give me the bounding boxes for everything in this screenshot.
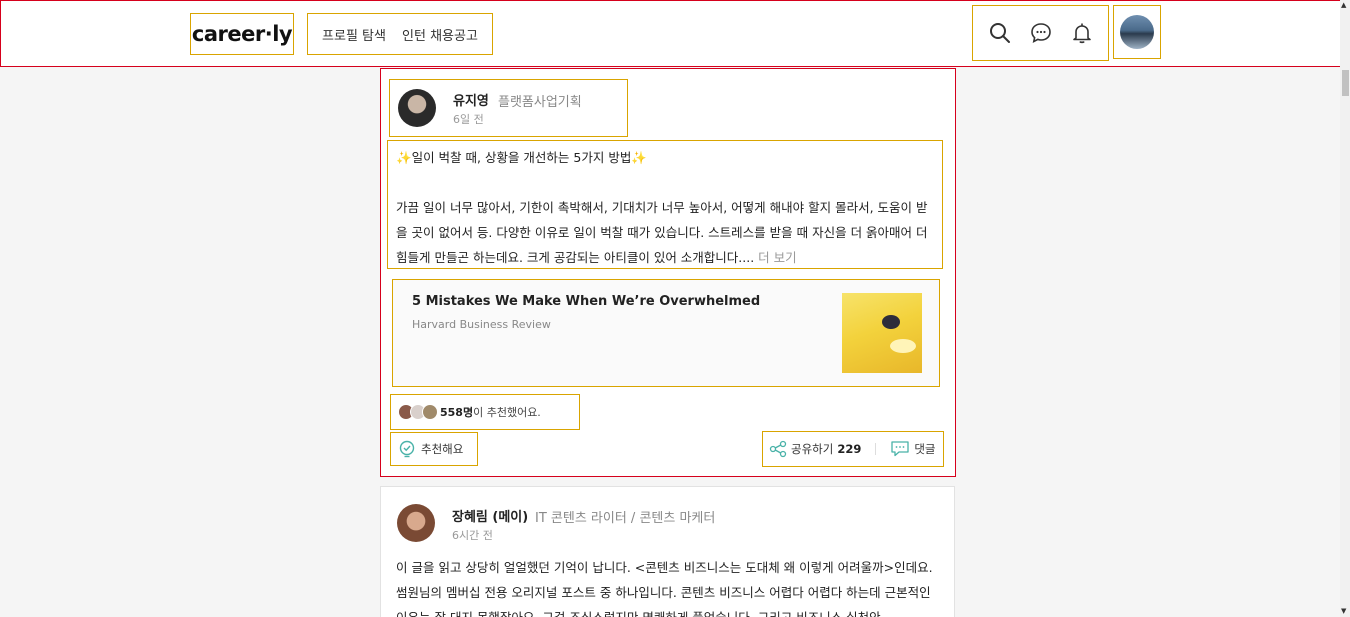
feed-post: 장혜림 (메이) IT 콘텐츠 라이터 / 콘텐츠 마케터 6시간 전 이 글을…: [380, 486, 955, 617]
avatar[interactable]: [397, 504, 435, 542]
nav-intern-jobs[interactable]: 인턴 채용공고: [402, 25, 478, 44]
recommend-text: 이 추천했어요.: [473, 406, 541, 419]
profile-menu-button[interactable]: [1113, 5, 1161, 59]
post-author[interactable]: 유지영 플랫폼사업기획 6일 전: [389, 79, 628, 137]
recommend-label: 추천해요: [421, 442, 464, 456]
link-thumbnail: [842, 293, 922, 373]
recommender-avatars: [398, 404, 438, 420]
author-name[interactable]: 장혜림 (메이): [452, 506, 528, 525]
thumbnail-light: [890, 339, 916, 353]
read-more-link[interactable]: 더 보기: [754, 250, 796, 265]
main-nav: 프로필 탐색 인턴 채용공고: [307, 13, 493, 55]
careerly-logo: career·ly: [191, 22, 293, 46]
chat-icon[interactable]: [1027, 19, 1055, 47]
link-preview-card[interactable]: 5 Mistakes We Make When We’re Overwhelme…: [392, 279, 940, 387]
share-label: 공유하기: [791, 442, 834, 456]
thumbnail-figure: [882, 315, 900, 329]
author-title: 플랫폼사업기획: [498, 95, 582, 110]
scrollbar-thumb[interactable]: [1342, 70, 1349, 96]
author-title: IT 콘텐츠 라이터 / 콘텐츠 마케터: [535, 511, 716, 526]
nav-profile-explore[interactable]: 프로필 탐색: [322, 25, 386, 44]
logo-link[interactable]: career·ly: [190, 13, 294, 55]
post-text[interactable]: 이 글을 읽고 상당히 얼얼했던 기억이 납니다. <콘텐츠 비즈니스는 도대체…: [396, 555, 941, 617]
post-time: 6일 전: [453, 113, 484, 126]
recommend-count: 558명: [440, 406, 474, 419]
comment-label: 댓글: [914, 442, 936, 456]
recommenders[interactable]: 558명 이 추천했어요.: [390, 394, 580, 430]
share-button[interactable]: 공유하기 229: [769, 440, 861, 458]
header-actions: [972, 5, 1109, 61]
recommend-button[interactable]: 추천해요: [390, 432, 478, 466]
share-icon: [769, 440, 787, 458]
share-count: 229: [837, 442, 862, 456]
post-text: 가끔 일이 너무 많아서, 기한이 촉박해서, 기대치가 너무 높아서, 어떻게…: [396, 200, 928, 265]
post-text-wrap: 가끔 일이 너무 많아서, 기한이 촉박해서, 기대치가 너무 높아서, 어떻게…: [396, 195, 934, 270]
search-icon[interactable]: [986, 19, 1014, 47]
author-name: 유지영: [453, 94, 489, 109]
comment-icon: [891, 441, 909, 457]
avatar: [422, 404, 438, 420]
scroll-down-arrow-icon[interactable]: ▼: [1341, 607, 1346, 615]
avatar: [1120, 15, 1154, 49]
post-headline: ✨일이 벅찰 때, 상황을 개선하는 5가지 방법✨: [396, 150, 647, 165]
avatar: [398, 89, 436, 127]
bell-icon[interactable]: [1068, 19, 1096, 47]
link-title: 5 Mistakes We Make When We’re Overwhelme…: [412, 294, 761, 309]
lightbulb-icon: [399, 440, 415, 458]
scroll-up-arrow-icon[interactable]: ▲: [1341, 1, 1346, 9]
comment-button[interactable]: 댓글: [890, 440, 936, 458]
link-source: Harvard Business Review: [412, 318, 551, 331]
post-time: 6시간 전: [452, 529, 493, 542]
feed-post: 유지영 플랫폼사업기획 6일 전 ✨일이 벅찰 때, 상황을 개선하는 5가지 …: [380, 68, 956, 477]
top-navbar: career·ly 프로필 탐색 인턴 채용공고: [0, 0, 1347, 67]
divider: [875, 443, 877, 455]
post-body[interactable]: ✨일이 벅찰 때, 상황을 개선하는 5가지 방법✨ 가끔 일이 너무 많아서,…: [387, 140, 943, 269]
post-actions: 공유하기 229 댓글: [762, 431, 944, 467]
